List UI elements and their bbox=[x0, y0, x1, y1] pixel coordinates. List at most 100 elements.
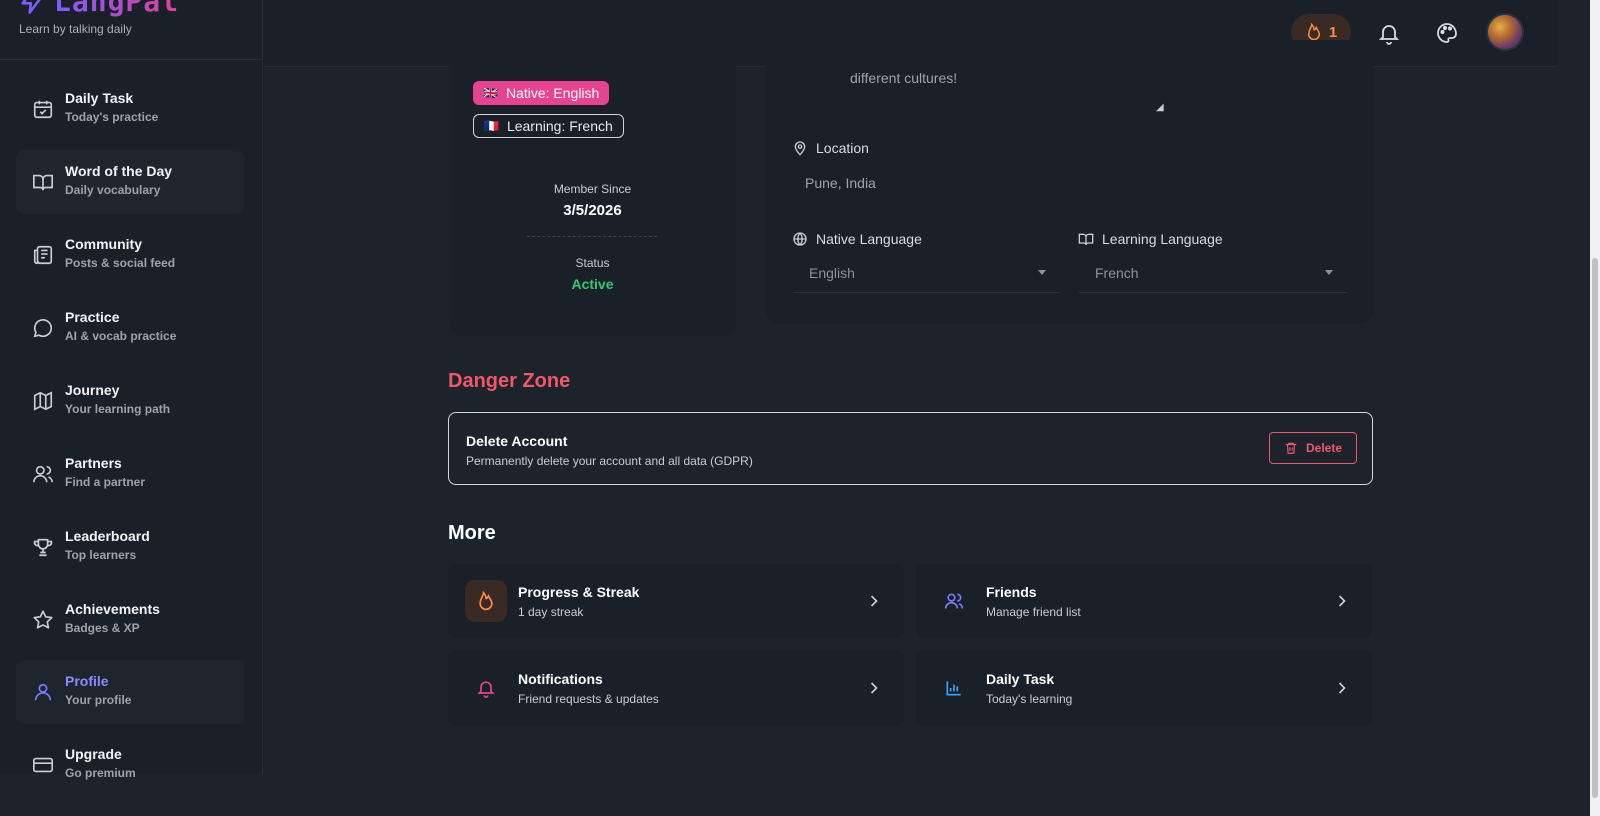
flame-icon bbox=[1307, 23, 1320, 41]
sidebar-item-label: Leaderboard bbox=[65, 528, 150, 544]
profile-summary-card: 🇬🇧 Native: English 🇫🇷 Learning: French M… bbox=[449, 40, 736, 336]
sidebar-item-sub: AI & vocab practice bbox=[65, 329, 177, 343]
location-label: Location bbox=[792, 140, 869, 156]
bell-icon bbox=[477, 681, 495, 698]
sidebar-item-label: Achievements bbox=[65, 601, 160, 617]
star-icon bbox=[33, 610, 53, 629]
sidebar-item-label: Daily Task bbox=[65, 90, 134, 106]
delete-account-description: Permanently delete your account and all … bbox=[466, 454, 753, 468]
more-card-sub: Today's learning bbox=[986, 692, 1073, 706]
learning-language-select[interactable]: French bbox=[1079, 253, 1347, 293]
calendar-check-icon bbox=[33, 100, 53, 119]
sidebar-item-sub: Find a partner bbox=[65, 475, 146, 489]
location-field[interactable]: Pune, India bbox=[805, 175, 876, 191]
users-icon bbox=[33, 465, 53, 483]
chevron-right-icon bbox=[1338, 682, 1346, 694]
native-language-select-value: English bbox=[809, 264, 855, 281]
progress-streak-card[interactable]: Progress & Streak 1 day streak bbox=[448, 564, 904, 638]
sidebar-item-label: Upgrade bbox=[65, 746, 122, 762]
flame-icon bbox=[479, 591, 493, 611]
location-label-text: Location bbox=[816, 140, 869, 156]
book-open-icon bbox=[33, 174, 53, 191]
brand: LangPal Learn by talking daily bbox=[0, 0, 263, 60]
more-card-sub: Manage friend list bbox=[986, 605, 1081, 619]
chevron-right-icon bbox=[1338, 595, 1346, 607]
native-language-tag: 🇬🇧 Native: English bbox=[473, 81, 610, 105]
caret-down-icon bbox=[1038, 270, 1046, 275]
sidebar-item-partners[interactable]: Partners Find a partner bbox=[16, 442, 244, 506]
more-card-title: Friends bbox=[986, 584, 1037, 600]
credit-card-icon bbox=[33, 757, 53, 773]
palette-icon[interactable] bbox=[1435, 21, 1459, 45]
status-label: Status bbox=[575, 256, 610, 270]
user-icon bbox=[34, 683, 52, 701]
sidebar-item-label: Community bbox=[65, 236, 142, 252]
sidebar: LangPal Learn by talking daily Daily Tas… bbox=[0, 0, 263, 780]
sidebar-item-community[interactable]: Community Posts & social feed bbox=[16, 223, 244, 287]
bell-icon[interactable] bbox=[1377, 21, 1401, 45]
sidebar-item-sub: Badges & XP bbox=[65, 621, 140, 635]
caret-down-icon bbox=[1325, 270, 1333, 275]
sidebar-item-label: Partners bbox=[65, 455, 122, 471]
brand-logo[interactable]: LangPal bbox=[18, 0, 179, 18]
book-open-icon bbox=[1078, 233, 1094, 246]
native-language-tag-label: Native: English bbox=[505, 85, 600, 101]
more-card-title: Notifications bbox=[518, 671, 603, 687]
trash-icon bbox=[1285, 442, 1297, 454]
sidebar-item-sub: Today's practice bbox=[65, 110, 159, 124]
sidebar-item-sub: Your learning path bbox=[65, 402, 171, 416]
trophy-icon bbox=[33, 538, 53, 557]
friends-card[interactable]: Friends Manage friend list bbox=[916, 564, 1372, 638]
sidebar-item-label: Word of the Day bbox=[65, 163, 173, 179]
uk-flag-icon: 🇬🇧 bbox=[483, 86, 498, 100]
native-language-select[interactable]: English bbox=[793, 253, 1060, 293]
sidebar-item-achievements[interactable]: Achievements Badges & XP bbox=[16, 588, 244, 652]
sidebar-item-leaderboard[interactable]: Leaderboard Top learners bbox=[16, 515, 244, 579]
sidebar-item-word-of-the-day[interactable]: Word of the Day Daily vocabulary bbox=[16, 150, 244, 214]
more-card-title: Progress & Streak bbox=[518, 584, 640, 600]
delete-account-panel: Delete Account Permanently delete your a… bbox=[448, 412, 1373, 485]
brand-name: LangPal bbox=[54, 0, 179, 18]
sidebar-item-practice[interactable]: Practice AI & vocab practice bbox=[16, 296, 244, 360]
map-pin-icon bbox=[794, 141, 806, 156]
learning-language-label: Learning Language bbox=[1078, 231, 1223, 247]
learning-language-tag-label: Learning: French bbox=[506, 118, 613, 134]
notifications-icon-badge bbox=[465, 667, 507, 709]
sidebar-item-label: Journey bbox=[65, 382, 120, 398]
sidebar-item-label: Practice bbox=[65, 309, 120, 325]
sidebar-item-sub: Top learners bbox=[65, 548, 137, 562]
chat-bubble-icon bbox=[33, 319, 53, 338]
native-language-label: Native Language bbox=[792, 231, 922, 247]
avatar[interactable] bbox=[1486, 13, 1524, 51]
sidebar-item-sub: Daily vocabulary bbox=[65, 183, 161, 197]
france-flag-icon: 🇫🇷 bbox=[484, 119, 499, 133]
sidebar-item-sub: Go premium bbox=[65, 766, 136, 780]
sidebar-item-upgrade[interactable]: Upgrade Go premium bbox=[16, 733, 244, 797]
chevron-right-icon bbox=[870, 595, 878, 607]
daily-task-card[interactable]: Daily Task Today's learning bbox=[916, 651, 1372, 725]
delete-button-label: Delete bbox=[1305, 441, 1343, 455]
progress-icon-badge bbox=[465, 580, 507, 622]
textarea-resize-handle[interactable]: ◢ bbox=[1156, 102, 1164, 113]
scrollbar-thumb[interactable] bbox=[1592, 258, 1598, 798]
native-language-label-text: Native Language bbox=[816, 231, 922, 247]
member-since-value: 3/5/2026 bbox=[563, 202, 622, 219]
status-value: Active bbox=[571, 276, 614, 292]
delete-button[interactable]: Delete bbox=[1269, 432, 1357, 464]
chevron-right-icon bbox=[870, 682, 878, 694]
bio-textarea[interactable]: different cultures! bbox=[850, 70, 957, 86]
learning-language-select-value: French bbox=[1095, 264, 1139, 281]
sidebar-item-sub: Posts & social feed bbox=[65, 256, 176, 270]
sidebar-item-daily-task[interactable]: Daily Task Today's practice bbox=[16, 77, 244, 141]
users-icon bbox=[944, 593, 964, 609]
brand-tagline: Learn by talking daily bbox=[19, 22, 132, 36]
sidebar-item-journey[interactable]: Journey Your learning path bbox=[16, 369, 244, 433]
sidebar-item-profile[interactable]: Profile Your profile bbox=[16, 660, 244, 724]
newspaper-icon bbox=[33, 245, 53, 265]
delete-account-title: Delete Account bbox=[466, 433, 568, 449]
map-icon bbox=[33, 391, 53, 411]
globe-icon bbox=[793, 232, 807, 246]
notifications-card[interactable]: Notifications Friend requests & updates bbox=[448, 651, 904, 725]
friends-icon-badge bbox=[933, 580, 975, 622]
member-since-label: Member Since bbox=[553, 182, 632, 196]
